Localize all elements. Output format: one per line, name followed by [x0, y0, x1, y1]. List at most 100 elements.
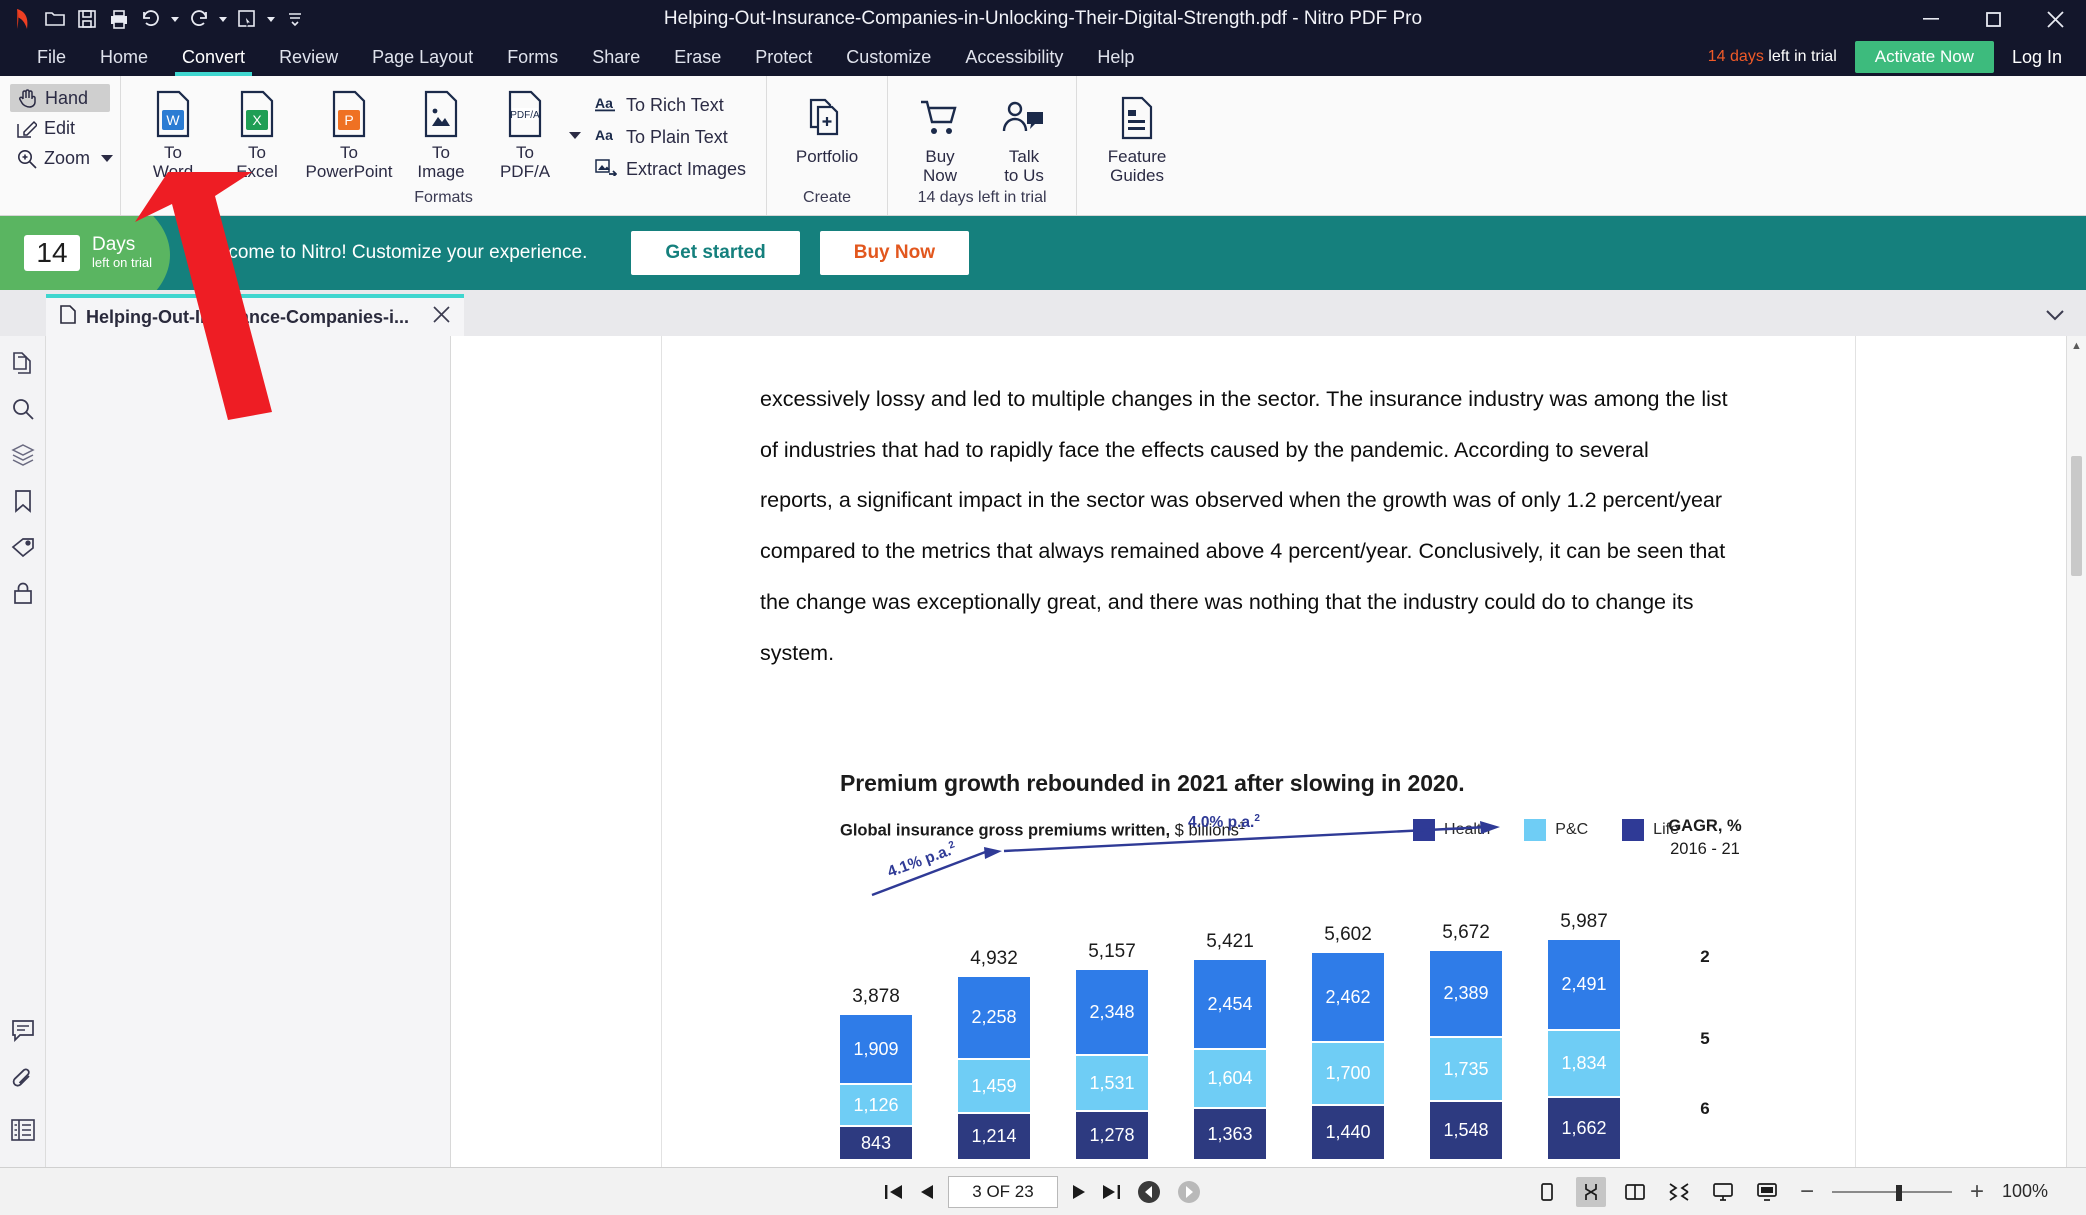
talk-to-us-button[interactable]: Talk to Us	[982, 86, 1066, 185]
menu-item-file[interactable]: File	[20, 38, 83, 76]
convert-to-powerpoint-button[interactable]: P To PowerPoint	[299, 82, 399, 181]
status-bar: 3 OF 23 − + 100%	[0, 1167, 2086, 1215]
svg-text:W: W	[166, 112, 180, 128]
redo-icon[interactable]	[184, 4, 214, 34]
cagr-period-label: 2016 - 21	[1670, 840, 1740, 859]
menu-item-forms[interactable]: Forms	[490, 38, 575, 76]
to-rich-text-button[interactable]: Aa To Rich Text	[595, 94, 746, 117]
continuous-view-button[interactable]	[1575, 1176, 1606, 1207]
previous-page-button[interactable]	[918, 1183, 934, 1201]
single-page-view-button[interactable]	[1532, 1177, 1562, 1207]
navigation-pane[interactable]	[46, 336, 451, 1167]
menu-item-protect[interactable]: Protect	[738, 38, 829, 76]
menu-item-page-layout[interactable]: Page Layout	[355, 38, 490, 76]
feature-guides-button[interactable]: Feature Guides	[1087, 86, 1187, 185]
minimize-button[interactable]	[1900, 0, 1962, 38]
bar-segment-pc-2017: 1,531	[1076, 1056, 1148, 1113]
cagr-header-label: GAGR, %	[1668, 817, 1742, 836]
zoom-dropdown-caret[interactable]	[101, 155, 114, 162]
select-dropdown-caret[interactable]	[264, 4, 278, 34]
scroll-up-arrow[interactable]: ▲	[2067, 336, 2086, 356]
full-screen-view-button[interactable]	[1708, 1177, 1738, 1207]
zoom-tool-button[interactable]: Zoom	[10, 145, 114, 172]
zoom-out-button[interactable]: −	[1796, 1178, 1818, 1206]
zoom-level-label[interactable]: 100%	[2002, 1181, 2060, 1202]
document-tab[interactable]: Helping-Out-Insurance-Companies-i...	[46, 294, 465, 336]
svg-text:PDF/A: PDF/A	[510, 110, 540, 121]
extract-images-button[interactable]: Extract Images	[595, 158, 746, 181]
menu-item-convert[interactable]: Convert	[165, 38, 262, 76]
get-started-button[interactable]: Get started	[631, 231, 800, 275]
extract-images-label: Extract Images	[626, 159, 747, 179]
log-in-button[interactable]: Log In	[2012, 47, 2062, 68]
to-plain-text-button[interactable]: Aa To Plain Text	[595, 126, 746, 149]
undo-icon[interactable]	[136, 4, 166, 34]
go-forward-button[interactable]	[1176, 1179, 1202, 1205]
comments-icon[interactable]	[8, 1015, 38, 1045]
security-lock-icon[interactable]	[8, 578, 38, 608]
facing-pages-view-button[interactable]	[1620, 1177, 1650, 1207]
hand-tool-button[interactable]: Hand	[10, 84, 110, 112]
to-plain-text-label: To Plain Text	[626, 127, 728, 147]
maximize-button[interactable]	[1962, 0, 2024, 38]
menu-item-help[interactable]: Help	[1080, 38, 1151, 76]
convert-to-word-button[interactable]: W To Word	[131, 82, 215, 181]
bar-segment-health-2021e: 2,491	[1548, 940, 1620, 1032]
zoom-slider[interactable]	[1831, 1184, 1952, 1201]
menu-item-home[interactable]: Home	[83, 38, 165, 76]
next-page-button[interactable]	[1072, 1183, 1088, 1201]
convert-to-excel-button[interactable]: X To Excel	[215, 82, 299, 181]
page-indicator[interactable]: 3 OF 23	[948, 1175, 1058, 1208]
pages-icon[interactable]	[8, 348, 38, 378]
menu-item-share[interactable]: Share	[575, 38, 657, 76]
undo-dropdown-caret[interactable]	[168, 4, 182, 34]
edit-tool-button[interactable]: Edit	[10, 115, 110, 142]
open-icon[interactable]	[40, 4, 70, 34]
last-page-button[interactable]	[1102, 1183, 1122, 1201]
select-icon[interactable]	[232, 4, 262, 34]
bar-group-2010: 3,878 1,909 1,126 843	[840, 869, 912, 1160]
search-icon[interactable]	[8, 394, 38, 424]
facing-continuous-view-button[interactable]	[1664, 1177, 1694, 1207]
talk-to-us-label: Talk to Us	[1004, 147, 1044, 186]
save-icon[interactable]	[72, 4, 102, 34]
buy-now-ribbon-button[interactable]: Buy Now	[898, 86, 982, 185]
customize-qat-icon[interactable]	[280, 4, 310, 34]
document-tab-close-icon[interactable]	[419, 305, 450, 329]
menu-item-review[interactable]: Review	[262, 38, 355, 76]
vertical-scrollbar[interactable]: ▲	[2066, 336, 2086, 1167]
menu-item-accessibility[interactable]: Accessibility	[948, 38, 1080, 76]
annotation-4-0-text: 4.0% p.a.	[1188, 814, 1255, 832]
first-page-button[interactable]	[884, 1183, 904, 1201]
nitro-logo-icon[interactable]	[8, 4, 38, 34]
window-title: Helping-Out-Insurance-Companies-in-Unloc…	[663, 8, 1423, 29]
tab-strip-dropdown-caret[interactable]	[2046, 308, 2064, 326]
bar-segment-pc-2018: 1,604	[1194, 1050, 1266, 1110]
presentation-view-button[interactable]	[1752, 1177, 1782, 1207]
go-back-button[interactable]	[1136, 1179, 1162, 1205]
menu-item-erase[interactable]: Erase	[657, 38, 738, 76]
close-button[interactable]	[2024, 0, 2086, 38]
print-icon[interactable]	[104, 4, 134, 34]
buy-now-banner-button[interactable]: Buy Now	[819, 231, 969, 275]
page-area: excessively lossy and led to multiple ch…	[451, 336, 2066, 1167]
zoom-in-button[interactable]: +	[1966, 1178, 1988, 1206]
trial-group-label: 14 days left in trial	[917, 189, 1047, 206]
convert-to-pdfa-dropdown-caret[interactable]	[569, 132, 581, 139]
bar-stack-2019: 2,462 1,700 1,440	[1312, 953, 1384, 1160]
menu-item-customize[interactable]: Customize	[829, 38, 948, 76]
attachments-icon[interactable]	[8, 1065, 38, 1095]
svg-text:Aa: Aa	[595, 95, 613, 111]
convert-to-pdfa-button[interactable]: PDF/A To PDF/A	[483, 82, 567, 181]
form-fields-icon[interactable]	[8, 1115, 38, 1145]
portfolio-button[interactable]: Portfolio	[777, 86, 877, 166]
activate-now-button[interactable]: Activate Now	[1854, 41, 1994, 73]
rich-text-icon: Aa	[595, 94, 617, 117]
convert-to-image-button[interactable]: To Image	[399, 82, 483, 181]
bookmarks-icon[interactable]	[8, 486, 38, 516]
tags-icon[interactable]	[8, 532, 38, 562]
zoom-slider-knob[interactable]	[1895, 1184, 1902, 1201]
layers-icon[interactable]	[8, 440, 38, 470]
scrollbar-thumb[interactable]	[2071, 456, 2082, 576]
redo-dropdown-caret[interactable]	[216, 4, 230, 34]
